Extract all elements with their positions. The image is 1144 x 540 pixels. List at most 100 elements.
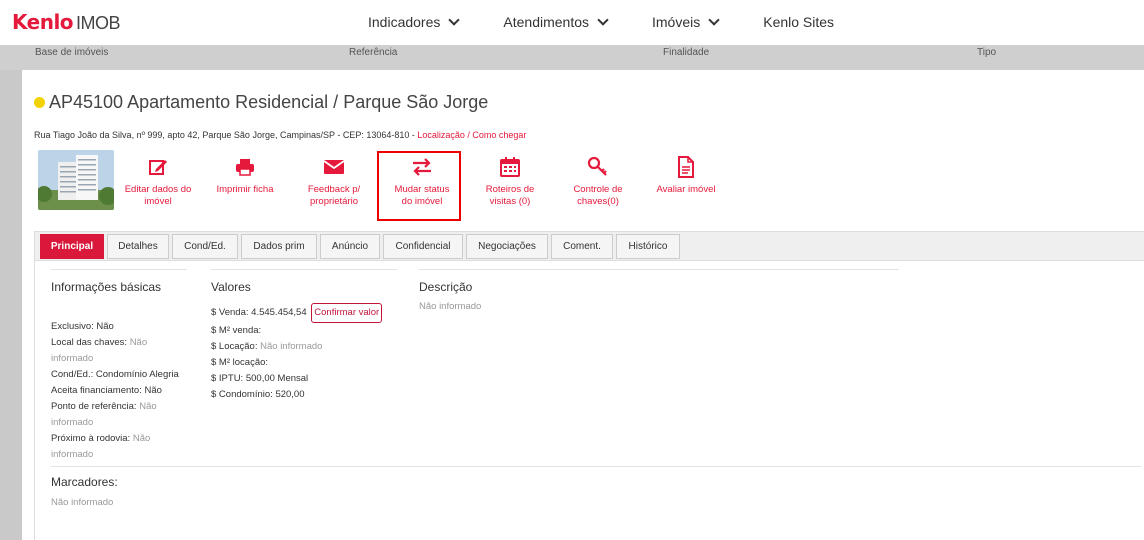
nav-label: Atendimentos — [503, 14, 589, 30]
field-value: Não — [96, 321, 114, 332]
field-value: Condomínio Alegria — [95, 369, 179, 380]
field-ponto-referencia: Ponto de referência: Não informado — [51, 399, 191, 431]
divider — [419, 269, 899, 270]
key-icon — [553, 156, 643, 178]
field-label: Cond/Ed.: — [51, 369, 94, 380]
field-value: Não — [144, 385, 162, 396]
action-label: imóvel — [144, 196, 172, 207]
action-label: Controle de — [573, 184, 623, 195]
property-title-text: AP45100 Apartamento Residencial / Parque… — [49, 92, 489, 112]
tab-principal[interactable]: Principal — [40, 234, 104, 259]
tab-label: Histórico — [628, 241, 668, 252]
principal-panel: Informações básicas Exclusivo: Não Local… — [34, 260, 1144, 540]
nav-label: Imóveis — [652, 14, 701, 30]
filter-base[interactable]: Base de imóveis — [35, 47, 108, 58]
property-title: AP45100 Apartamento Residencial / Parque… — [34, 92, 488, 113]
logo-brand: Kenlo — [12, 10, 74, 34]
tab-negociacoes[interactable]: Negociações — [466, 234, 548, 259]
field-label: $ Venda: — [211, 307, 249, 318]
field-label: Aceita financiamento: — [51, 385, 142, 396]
tab-label: Detalhes — [118, 241, 158, 252]
divider — [211, 269, 397, 270]
field-value: 520,00 — [275, 389, 305, 400]
filter-finalidade[interactable]: Finalidade — [663, 47, 709, 58]
printer-icon — [200, 156, 290, 178]
kenlo-logo[interactable]: Kenlo IMOB — [12, 10, 121, 35]
field-value: Não informado — [260, 341, 323, 352]
tab-cond-ed[interactable]: Cond/Ed. — [172, 234, 238, 259]
tab-anuncio[interactable]: Anúncio — [320, 234, 380, 259]
filter-label: Base de imóveis — [35, 47, 109, 58]
main-nav: Indicadores Atendimentos Imóveis Kenlo S… — [368, 13, 834, 30]
field-label: $ M² venda: — [211, 325, 262, 336]
nav-kenlo-sites[interactable]: Kenlo Sites — [763, 14, 834, 30]
property-modal: AP45100 Apartamento Residencial / Parque… — [22, 70, 1144, 540]
selection-highlight — [377, 151, 461, 221]
filter-tipo[interactable]: Tipo — [977, 47, 996, 58]
field-cond: Cond/Ed.: Condomínio Alegria — [51, 367, 191, 383]
nav-label: Indicadores — [368, 14, 441, 30]
tab-label: Principal — [50, 241, 94, 252]
field-label: Local das chaves: — [51, 337, 128, 348]
field-value: 500,00 Mensal — [245, 373, 309, 384]
tab-dados-prim[interactable]: Dados prim — [241, 234, 317, 259]
filter-referencia[interactable]: Referência — [349, 47, 397, 58]
nav-label: Kenlo Sites — [763, 14, 835, 30]
visit-routes-button[interactable]: Roteiros de visitas (0) — [465, 152, 555, 208]
filter-label: Tipo — [977, 47, 997, 58]
print-sheet-button[interactable]: Imprimir ficha — [200, 152, 290, 196]
address-text: Rua Tiago João da Silva, nº 999, apto 42… — [34, 130, 415, 140]
logo-product: IMOB — [76, 13, 121, 33]
tab-label: Coment. — [563, 241, 601, 252]
key-control-button[interactable]: Controle de chaves(0) — [553, 152, 643, 208]
property-address: Rua Tiago João da Silva, nº 999, apto 42… — [34, 130, 526, 140]
tab-strip: Principal Detalhes Cond/Ed. Dados prim A… — [34, 231, 1144, 261]
status-dot — [34, 97, 45, 108]
tab-label: Confidencial — [395, 241, 451, 252]
description-title: Descrição — [419, 280, 473, 294]
tab-label: Dados prim — [253, 241, 305, 252]
field-local-chaves: Local das chaves: Não informado — [51, 335, 191, 367]
chevron-down-icon — [708, 13, 720, 26]
field-exclusivo: Exclusivo: Não — [51, 319, 191, 335]
calendar-icon — [465, 156, 555, 178]
evaluate-property-button[interactable]: Avaliar imóvel — [641, 152, 731, 196]
tab-label: Negociações — [478, 241, 536, 252]
filter-label: Finalidade — [663, 47, 710, 58]
nav-atendimentos[interactable]: Atendimentos — [503, 13, 609, 30]
tab-detalhes[interactable]: Detalhes — [107, 234, 169, 259]
field-label: Ponto de referência: — [51, 401, 137, 412]
chevron-down-icon — [597, 13, 609, 26]
tab-historico[interactable]: Histórico — [616, 234, 680, 259]
confirm-value-button[interactable]: Confirmar valor — [311, 303, 383, 323]
chevron-down-icon — [448, 13, 461, 26]
basic-info-list: Exclusivo: Não Local das chaves: Não inf… — [51, 319, 191, 463]
field-label: $ Locação: — [211, 341, 258, 352]
document-icon — [641, 156, 731, 178]
action-label: Editar dados do — [124, 184, 192, 195]
tab-label: Anúncio — [331, 241, 369, 252]
divider — [51, 466, 1141, 467]
basic-info-title: Informações básicas — [51, 280, 162, 294]
field-aceita-financiamento: Aceita financiamento: Não — [51, 383, 191, 399]
property-photo[interactable] — [38, 150, 114, 210]
nav-imoveis[interactable]: Imóveis — [652, 13, 720, 30]
field-label: Próximo à rodovia: — [51, 433, 131, 444]
field-locacao: $ Locação: Não informado — [211, 339, 411, 355]
owner-feedback-button[interactable]: Feedback p/ proprietário — [289, 152, 379, 208]
description-value: Não informado — [419, 301, 482, 312]
field-label: $ IPTU: — [211, 373, 244, 384]
action-label: visitas (0) — [489, 196, 531, 207]
field-label: $ M² locação: — [211, 357, 269, 368]
tab-confidencial[interactable]: Confidencial — [383, 234, 463, 259]
location-link[interactable]: Localização / Como chegar — [417, 130, 526, 140]
divider — [51, 269, 187, 270]
edit-property-button[interactable]: Editar dados do imóvel — [113, 152, 203, 208]
field-label: $ Condomínio: — [211, 389, 273, 400]
tab-comentarios[interactable]: Coment. — [551, 234, 613, 259]
field-label: Exclusivo: — [51, 321, 94, 332]
field-value: 4.545.454,54 — [251, 307, 307, 318]
top-bar: Kenlo IMOB Indicadores Atendimentos Imóve… — [0, 0, 1144, 45]
values-list: $ Venda: 4.545.454,54 Confirmar valor $ … — [211, 303, 411, 403]
nav-indicadores[interactable]: Indicadores — [368, 13, 461, 30]
